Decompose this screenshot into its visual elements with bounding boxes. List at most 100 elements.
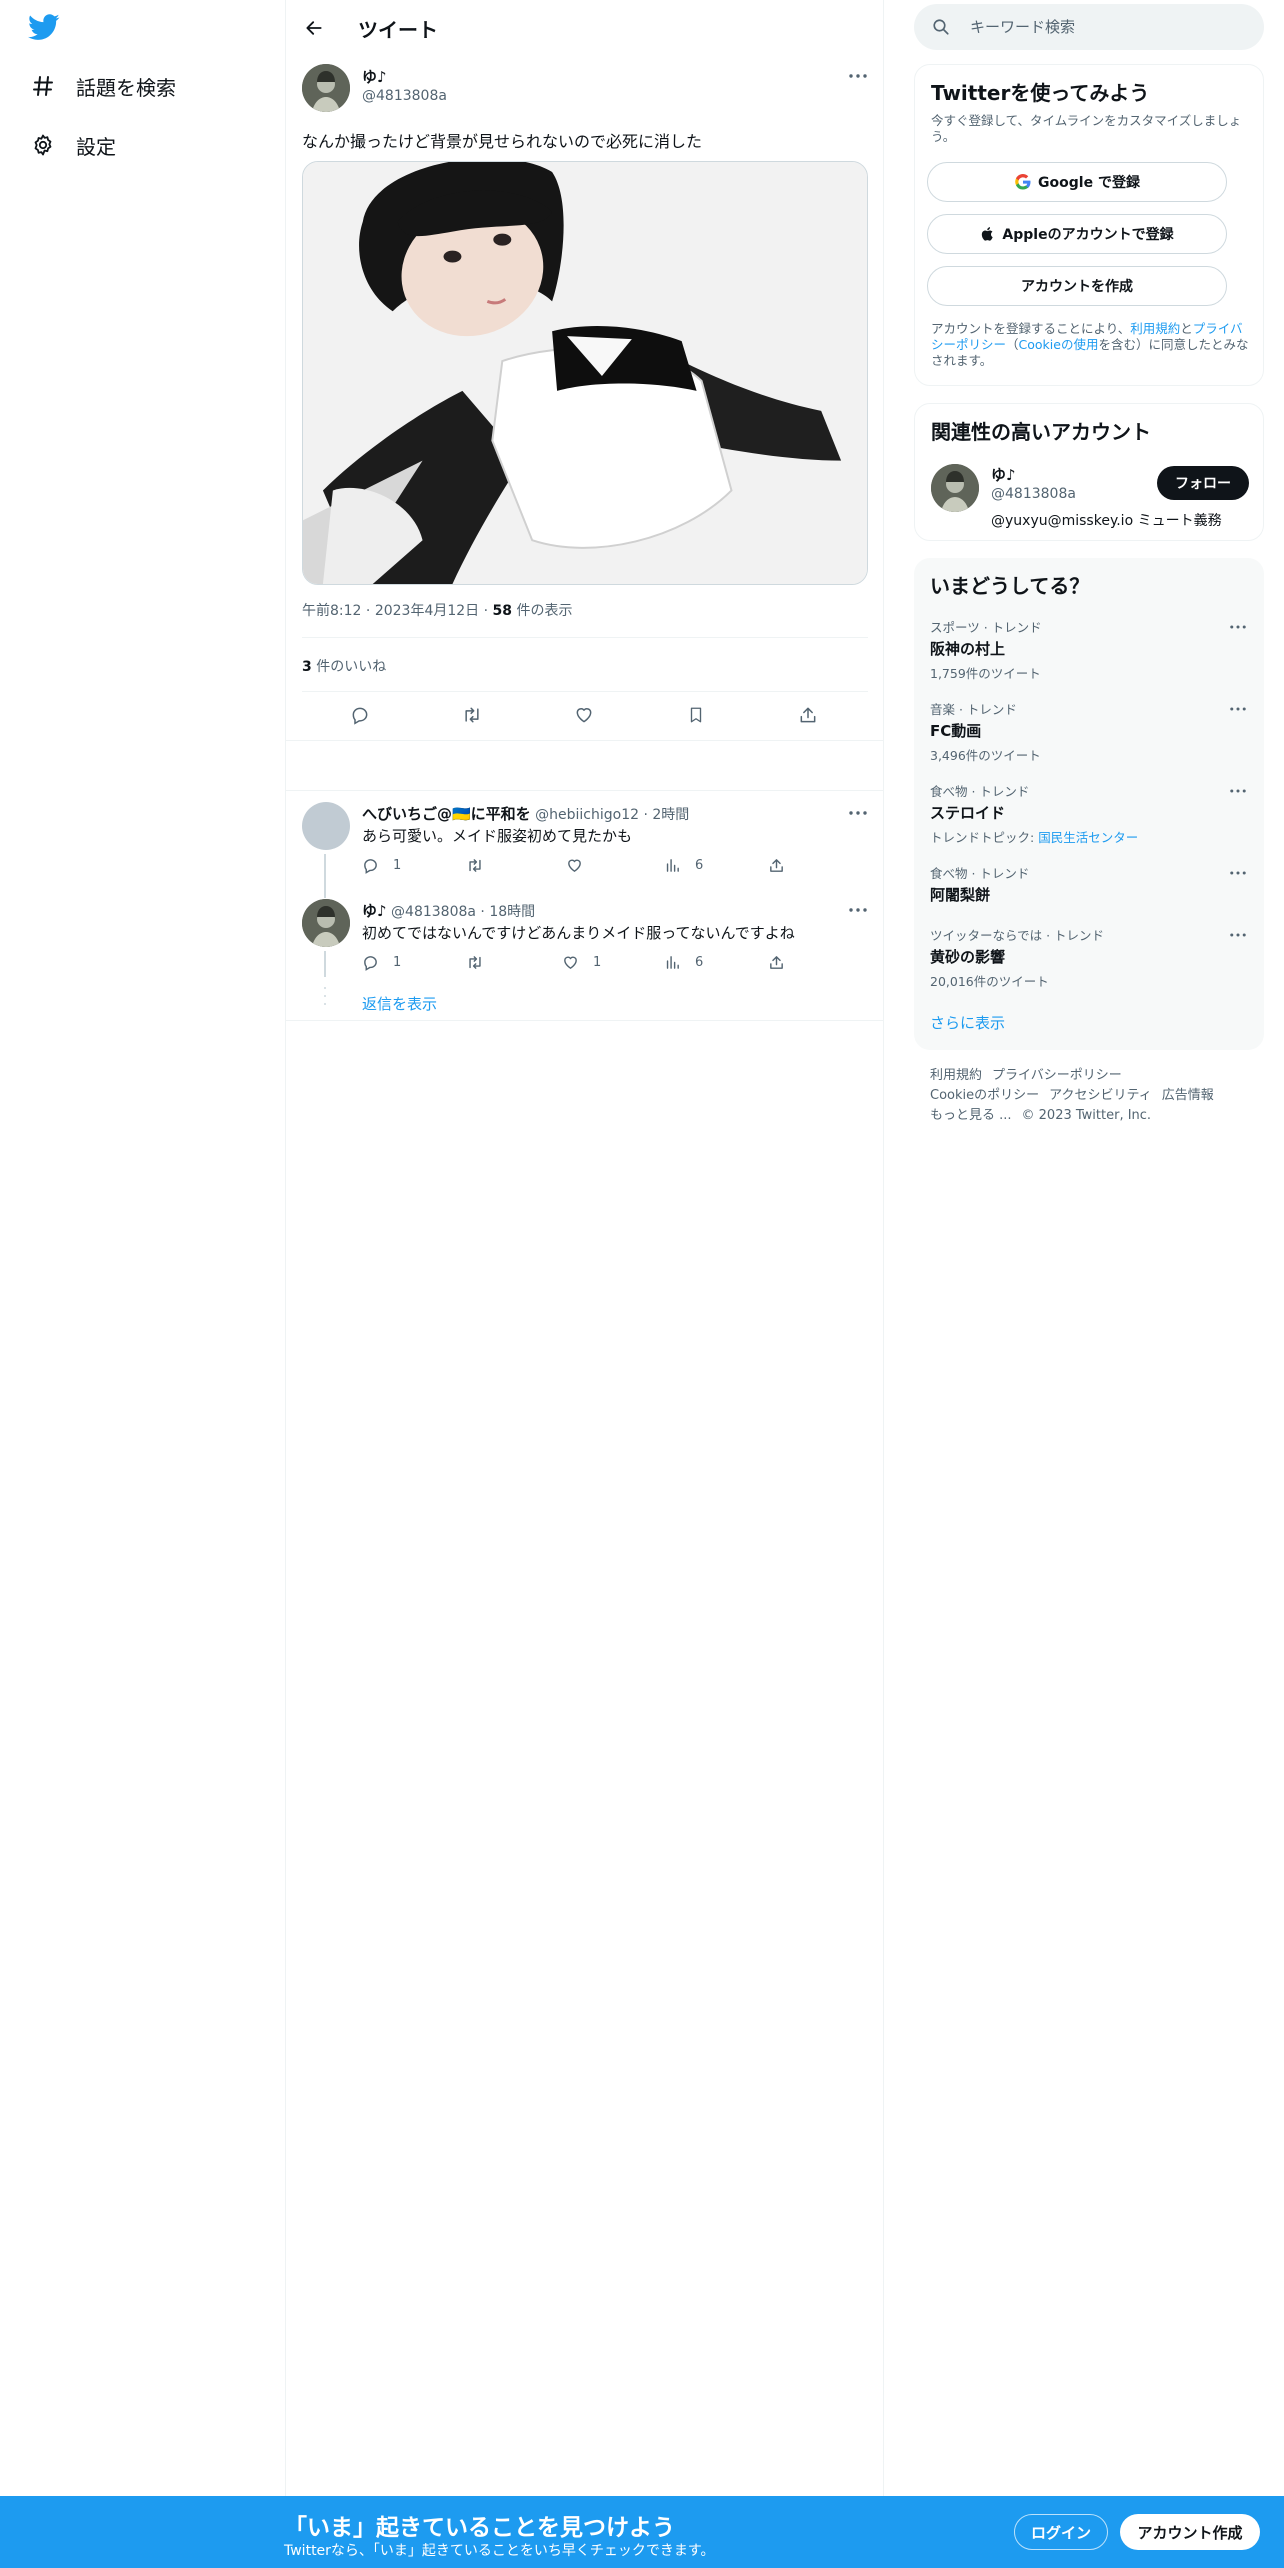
retweet-action[interactable] [466, 857, 498, 874]
footer-link[interactable]: アクセシビリティ [1049, 1088, 1152, 1103]
divider [302, 637, 868, 638]
dot-separator: · [643, 807, 648, 823]
google-signup-button[interactable]: Google で登録 [927, 162, 1227, 202]
terms-link[interactable]: 利用規約 [1130, 321, 1180, 336]
heart-icon[interactable] [572, 703, 596, 727]
likes-summary[interactable]: 3 件のいいね [302, 656, 386, 676]
more-icon[interactable] [1228, 701, 1248, 717]
footer-link[interactable]: Cookieのポリシー [930, 1088, 1039, 1103]
trends-card: いまどうしてる？ スポーツ · トレンド 阪神の村上 1,759件のツイート 音… [914, 558, 1264, 1050]
tweet-time[interactable]: 午前8:12 [302, 603, 361, 619]
reply-author-handle[interactable]: @hebiichigo12 [535, 807, 639, 823]
avatar[interactable] [931, 464, 979, 512]
retweet-icon[interactable] [460, 703, 484, 727]
search-bar[interactable] [914, 4, 1264, 50]
reply-action[interactable]: 1 [362, 954, 401, 971]
trend-name: 阿闍梨餅 [930, 886, 991, 904]
reply-icon[interactable] [348, 703, 372, 727]
follow-button[interactable]: フォロー [1157, 466, 1249, 500]
page-title: ツイート [358, 18, 438, 42]
footer-link[interactable]: もっと見る ... [930, 1108, 1012, 1123]
nav-item-explore[interactable]: 話題を検索 [30, 70, 176, 102]
share-icon[interactable] [768, 857, 799, 874]
trend-item[interactable]: 食べ物 · トレンド ステロイド トレンドトピック: 国民生活センター [930, 781, 1248, 846]
likes-label: 件のいいね [316, 659, 387, 675]
reply-text: あら可愛い。メイド服姿初めて見たかも [362, 827, 633, 845]
views-action[interactable]: 6 [664, 954, 703, 971]
more-icon[interactable] [846, 66, 870, 86]
trend-item[interactable]: ツイッターならでは · トレンド 黄砂の影響 20,016件のツイート [930, 925, 1248, 990]
legal-text: アカウントを登録することにより、利用規約とプライバシーポリシー（Cookieの使… [931, 321, 1249, 369]
show-more-link[interactable]: さらに表示 [930, 1012, 1005, 1033]
like-action[interactable]: 1 [562, 954, 601, 971]
views-count: 58 [492, 603, 513, 619]
reply-action[interactable]: 1 [362, 857, 401, 874]
tweet-date[interactable]: 2023年4月12日 [375, 603, 479, 619]
apple-signup-button[interactable]: Appleのアカウントで登録 [927, 214, 1227, 254]
avatar[interactable] [302, 64, 350, 112]
related-accounts-card: 関連性の高いアカウント ゆ♪ @4813808a フォロー @yuxyu@mis… [914, 403, 1264, 541]
more-icon[interactable] [846, 900, 870, 920]
author-handle[interactable]: @4813808a [362, 88, 447, 104]
trend-item[interactable]: 食べ物 · トレンド 阿闍梨餅 [930, 863, 1248, 905]
more-icon[interactable] [1228, 619, 1248, 635]
more-icon[interactable] [846, 803, 870, 823]
like-action[interactable] [566, 857, 597, 874]
footer-link[interactable]: プライバシーポリシー [992, 1068, 1122, 1083]
reply-time[interactable]: 18時間 [489, 904, 535, 920]
author-name[interactable]: ゆ♪ [362, 66, 387, 87]
bookmark-icon[interactable] [684, 703, 708, 727]
reply-author-name[interactable]: へびいちご@🇺🇦に平和を [362, 805, 531, 823]
create-account-button[interactable]: アカウントを作成 [927, 266, 1227, 306]
divider [286, 740, 884, 741]
more-icon[interactable] [1228, 783, 1248, 799]
main-column: ツイート ゆ♪ @4813808a なんか撮ったけど背景が見せられないので必死に… [286, 0, 884, 2496]
avatar[interactable] [302, 899, 350, 947]
thread-line [324, 951, 326, 977]
more-icon[interactable] [1228, 865, 1248, 881]
share-icon[interactable] [796, 703, 820, 727]
google-icon [1015, 173, 1031, 190]
signup-button[interactable]: アカウント作成 [1120, 2514, 1260, 2550]
reply-author-name[interactable]: ゆ♪ [362, 902, 387, 920]
related-account-handle[interactable]: @4813808a [991, 486, 1076, 502]
twitter-bird-icon[interactable] [28, 14, 60, 42]
hashtag-icon [30, 73, 56, 99]
thread-line [324, 854, 326, 898]
avatar[interactable] [302, 802, 350, 850]
search-input[interactable] [970, 4, 1250, 50]
show-replies-link[interactable]: 返信を表示 [362, 993, 437, 1014]
share-icon[interactable] [768, 954, 799, 971]
search-icon [932, 18, 950, 36]
footer-link[interactable]: 利用規約 [930, 1068, 982, 1083]
create-account-label: アカウントを作成 [1021, 279, 1133, 295]
divider [302, 691, 868, 692]
views-action[interactable]: 6 [664, 857, 703, 874]
signup-banner: 「いま」起きていることを見つけよう Twitterなら、「いま」起きていることを… [0, 2496, 1284, 2568]
tweet-text: なんか撮ったけど背景が見せられないので必死に消した [302, 132, 703, 151]
trend-context: 音楽 · トレンド [930, 702, 1017, 717]
more-icon[interactable] [1228, 927, 1248, 943]
arrow-left-icon[interactable] [300, 14, 328, 42]
card-title: いまどうしてる？ [930, 574, 1090, 598]
reply-header: へびいちご@🇺🇦に平和を @hebiichigo12 · 2時間 [362, 803, 689, 824]
retweet-action[interactable] [466, 954, 498, 971]
views-label: 件の表示 [516, 603, 573, 619]
trend-context: 食べ物 · トレンド [930, 866, 1030, 881]
trend-item[interactable]: 音楽 · トレンド FC動画 3,496件のツイート [930, 699, 1248, 764]
divider [286, 790, 884, 791]
related-account-bio: @yuxyu@misskey.io ミュート義務 [991, 513, 1222, 529]
related-account-name[interactable]: ゆ♪ [991, 464, 1016, 485]
footer-link[interactable]: 広告情報 [1162, 1088, 1214, 1103]
tweet-photo[interactable] [302, 161, 868, 585]
cookie-link[interactable]: Cookieの使用 [1019, 337, 1099, 352]
login-button[interactable]: ログイン [1014, 2514, 1108, 2550]
legal-and: と [1180, 321, 1193, 336]
trend-topic-link[interactable]: 国民生活センター [1038, 830, 1138, 845]
nav-item-settings[interactable]: 設定 [30, 129, 116, 161]
card-title: Twitterを使ってみよう [931, 81, 1150, 105]
reply-time[interactable]: 2時間 [652, 807, 689, 823]
reply-author-handle[interactable]: @4813808a [391, 904, 476, 920]
copyright: © 2023 Twitter, Inc. [1021, 1108, 1152, 1123]
trend-item[interactable]: スポーツ · トレンド 阪神の村上 1,759件のツイート [930, 617, 1248, 682]
